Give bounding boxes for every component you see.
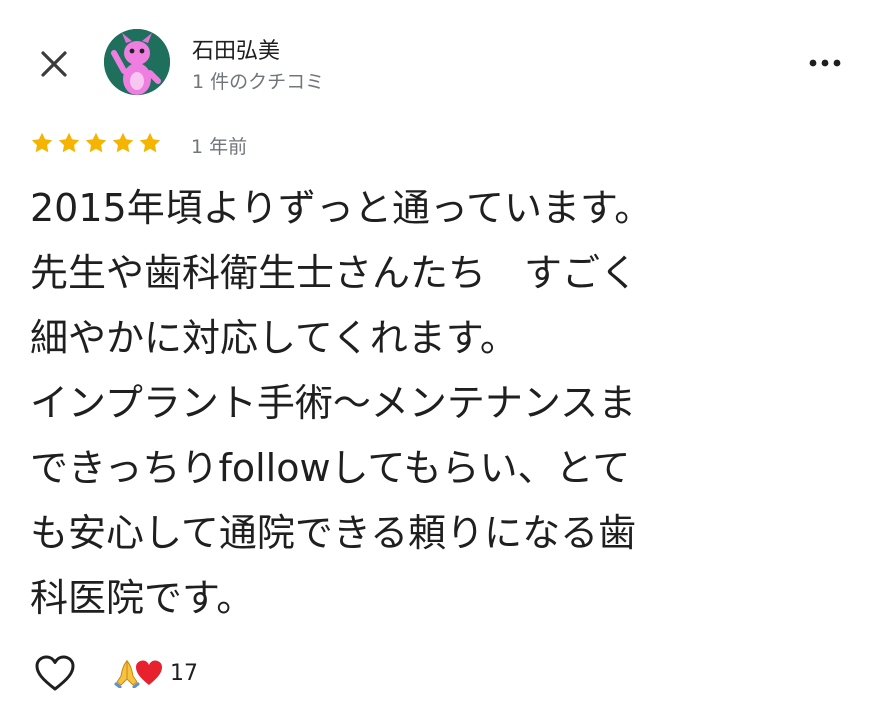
more-horizontal-icon (809, 59, 841, 67)
reactions-summary[interactable]: 17 (112, 656, 198, 690)
avatar[interactable] (104, 29, 170, 95)
review-line: 2015年頃よりずっと通っています。 (30, 186, 653, 230)
review-line: 科医院です。 (30, 576, 255, 620)
review-text: 2015年頃よりずっと通っています。 先生や歯科衛生士さんたち すごく 細やかに… (30, 176, 858, 631)
heart-outline-icon (35, 655, 75, 691)
review-line: も安心して通院できる頼りになる歯 (30, 511, 637, 555)
reviewer-name[interactable]: 石田弘美 (192, 33, 280, 65)
review-line: インプラント手術〜メンテナンスま (30, 381, 637, 425)
close-icon (41, 51, 67, 77)
close-button[interactable] (34, 44, 74, 84)
review-line: 細やかに対応してくれます。 (30, 316, 518, 360)
star-icon (139, 132, 161, 153)
red-heart-icon (136, 660, 162, 685)
star-icon (85, 132, 107, 153)
reaction-count: 17 (170, 660, 198, 686)
review-time: 1 年前 (191, 136, 248, 158)
star-icon (31, 132, 53, 153)
pink-creature-avatar-image (104, 29, 170, 95)
review-line: 先生や歯科衛生士さんたち すごく (30, 251, 639, 295)
more-options-button[interactable] (803, 46, 847, 80)
star-icon (112, 132, 134, 153)
reviewer-review-count: 1 件のクチコミ (192, 71, 325, 93)
star-icon (58, 132, 80, 153)
star-rating (30, 131, 162, 155)
review-line: できっちりfollowしてもらい、とて (30, 446, 631, 490)
like-button[interactable] (34, 654, 76, 694)
